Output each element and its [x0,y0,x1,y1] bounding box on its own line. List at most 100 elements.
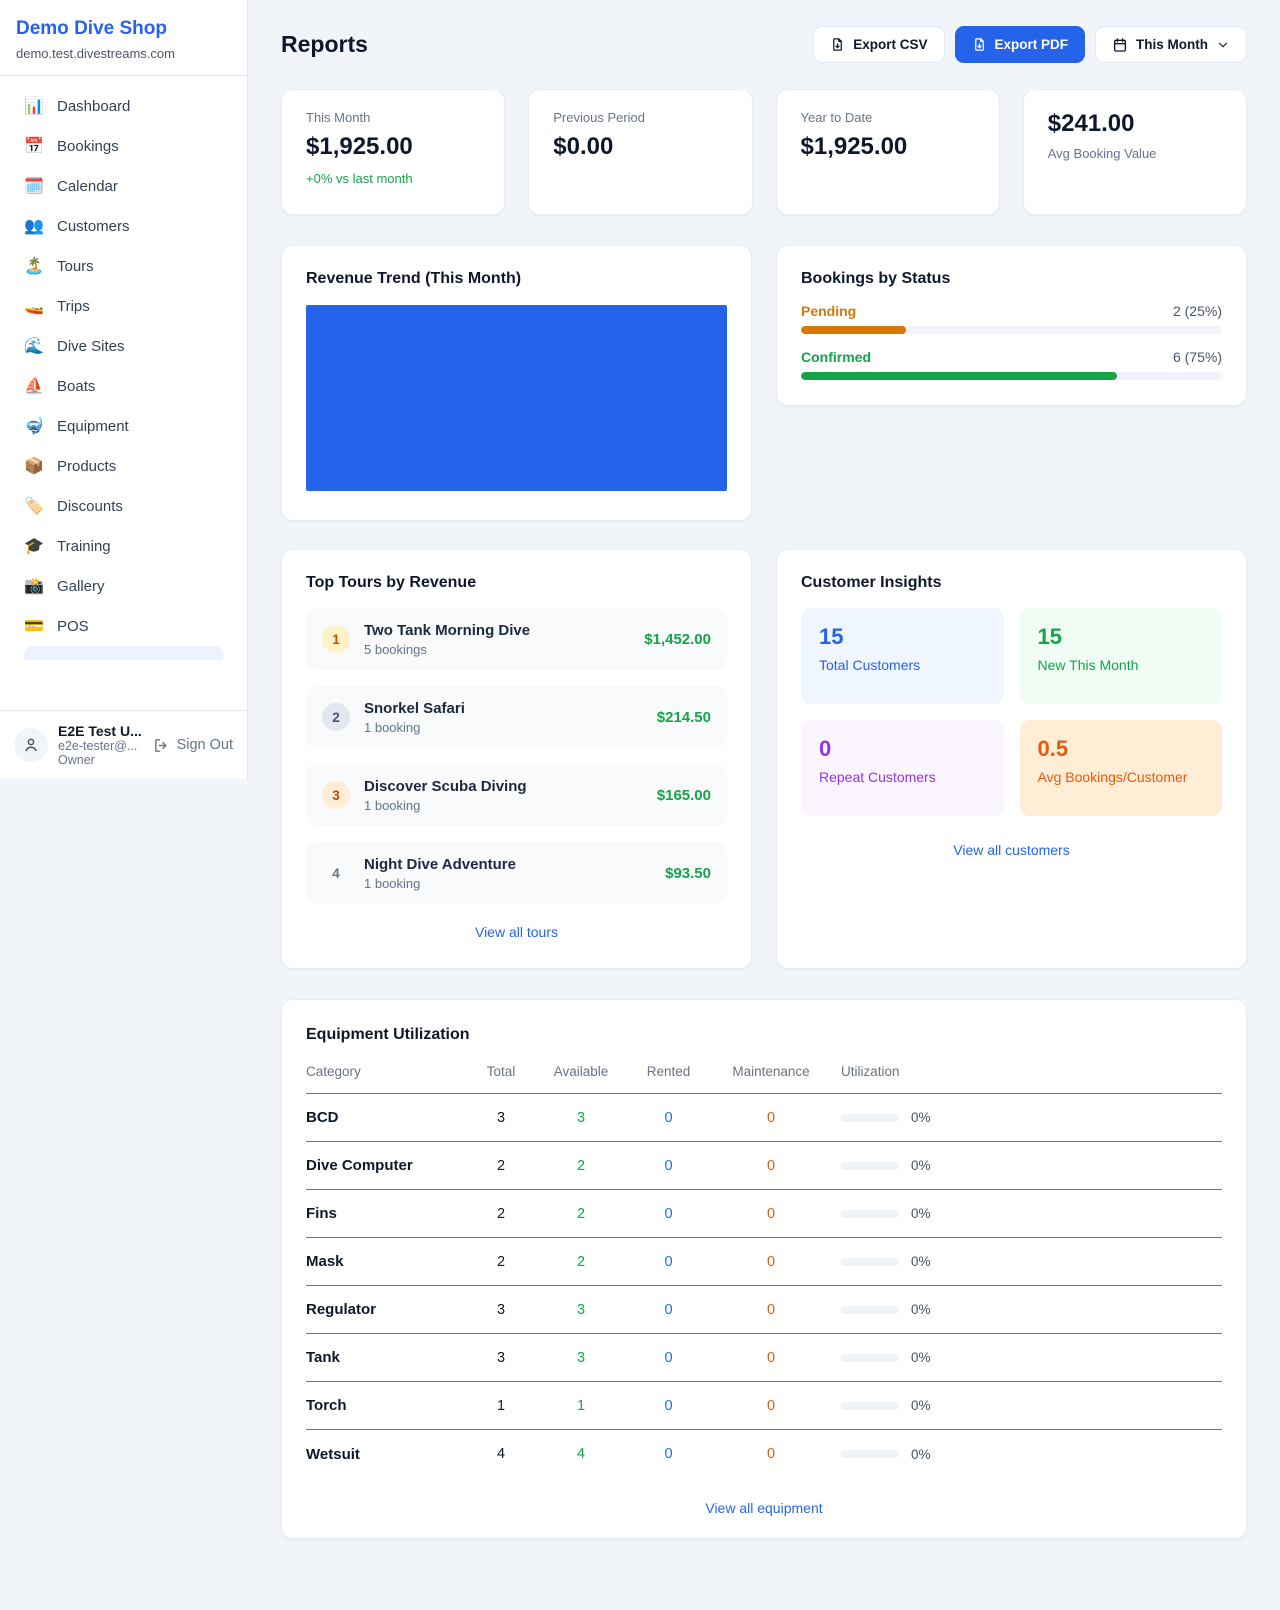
equipment-utilization-card: Equipment Utilization Category Total Ava… [281,999,1247,1539]
customer-insights-title: Customer Insights [801,574,1222,592]
sidebar-item-label: Training [57,538,111,555]
cell-available: 2 [536,1206,626,1222]
period-select[interactable]: This Month [1095,26,1247,63]
progress-fill-confirmed [801,372,1117,380]
sidebar-item-label: Dive Sites [57,338,125,355]
insight-value: 0.5 [1038,736,1205,762]
bookings-by-status-title: Bookings by Status [801,270,1222,288]
sidebar-item-discounts[interactable]: 🏷️ Discounts [12,486,235,526]
table-row: Dive Computer 2 2 0 0 0% [306,1142,1222,1190]
insight-value: 15 [819,624,986,650]
sidebar-item-boats[interactable]: ⛵ Boats [12,366,235,406]
sidebar-item-training[interactable]: 🎓 Training [12,526,235,566]
export-pdf-button[interactable]: Export PDF [955,26,1086,63]
utilization-percent: 0% [911,1158,931,1173]
cell-maintenance: 0 [711,1110,831,1126]
view-all-equipment-link[interactable]: View all equipment [306,1500,1222,1516]
rank-badge: 2 [322,703,350,731]
cell-total: 3 [466,1302,536,1318]
stat-change: +0% vs last month [306,171,480,186]
cell-utilization: 0% [831,1302,1222,1317]
cell-maintenance: 0 [711,1302,831,1318]
tour-row: 2 Snorkel Safari 1 booking $214.50 [306,686,727,748]
progress-track [801,372,1222,380]
utilization-percent: 0% [911,1398,931,1413]
cell-total: 2 [466,1206,536,1222]
stat-value: $0.00 [553,133,727,161]
sidebar-item-products[interactable]: 📦 Products [12,446,235,486]
export-pdf-label: Export PDF [995,37,1069,52]
cell-category: Dive Computer [306,1157,466,1174]
pos-icon: 💳 [24,616,44,636]
table-row: Regulator 3 3 0 0 0% [306,1286,1222,1334]
user-role: Owner [58,753,143,767]
stat-label: This Month [306,110,480,125]
tour-name: Discover Scuba Diving [364,778,643,795]
sidebar-item-bookings[interactable]: 📅 Bookings [12,126,235,166]
cell-maintenance: 0 [711,1446,831,1462]
sidebar-nav: 📊 Dashboard 📅 Bookings 🗓️ Calendar 👥 Cus… [0,76,247,710]
cell-utilization: 0% [831,1350,1222,1365]
tour-amount: $165.00 [657,787,711,804]
col-maintenance: Maintenance [711,1064,831,1079]
sidebar-item-label: Tours [57,258,94,275]
cell-utilization: 0% [831,1398,1222,1413]
rank-badge: 3 [322,781,350,809]
view-all-customers-link[interactable]: View all customers [801,842,1222,858]
sidebar-item-customers[interactable]: 👥 Customers [12,206,235,246]
sign-out-icon [153,737,170,754]
col-available: Available [536,1064,626,1079]
sidebar-item-dive-sites[interactable]: 🌊 Dive Sites [12,326,235,366]
stats-grid: This Month $1,925.00 +0% vs last month P… [281,89,1247,215]
dive-sites-icon: 🌊 [24,336,44,356]
export-csv-button[interactable]: Export CSV [813,26,944,63]
cell-maintenance: 0 [711,1254,831,1270]
gallery-icon: 📸 [24,576,44,596]
status-row-confirmed: Confirmed 6 (75%) [801,349,1222,380]
tour-bookings: 5 bookings [364,642,630,657]
user-panel: E2E Test U... e2e-tester@... Owner Sign … [0,710,247,779]
file-download-icon [830,37,845,52]
calendar-icon [1112,37,1128,53]
cell-total: 3 [466,1350,536,1366]
bookings-by-status-card: Bookings by Status Pending 2 (25%) Confi… [776,245,1247,406]
user-meta: E2E Test U... e2e-tester@... Owner [58,723,143,767]
sidebar-item-gallery[interactable]: 📸 Gallery [12,566,235,606]
sidebar-item-calendar[interactable]: 🗓️ Calendar [12,166,235,206]
sidebar-item-equipment[interactable]: 🤿 Equipment [12,406,235,446]
cell-utilization: 0% [831,1158,1222,1173]
stat-card-avg-booking-value: $241.00 Avg Booking Value [1023,89,1247,215]
rank-badge: 4 [322,859,350,887]
cell-rented: 0 [626,1350,711,1366]
cell-category: BCD [306,1109,466,1126]
top-tours-title: Top Tours by Revenue [306,574,727,592]
insight-label: Repeat Customers [819,769,986,785]
sidebar-item-dashboard[interactable]: 📊 Dashboard [12,86,235,126]
page-title: Reports [281,31,368,58]
stat-card-year-to-date: Year to Date $1,925.00 [776,89,1000,215]
progress-track [801,326,1222,334]
tour-row: 3 Discover Scuba Diving 1 booking $165.0… [306,764,727,826]
sidebar-item-trips[interactable]: 🚤 Trips [12,286,235,326]
tour-name: Snorkel Safari [364,700,643,717]
sidebar-item-label: Trips [57,298,90,315]
status-count-pending: 2 (25%) [1173,303,1222,319]
boats-icon: ⛵ [24,376,44,396]
top-tours-card: Top Tours by Revenue 1 Two Tank Morning … [281,549,752,969]
dashboard-icon: 📊 [24,96,44,116]
sidebar-item-pos[interactable]: 💳 POS [12,606,235,646]
cell-category: Fins [306,1205,466,1222]
equipment-icon: 🤿 [24,416,44,436]
rank-badge: 1 [322,625,350,653]
view-all-tours-link[interactable]: View all tours [306,924,727,940]
sign-out-button[interactable]: Sign Out [153,737,233,754]
customers-icon: 👥 [24,216,44,236]
discounts-icon: 🏷️ [24,496,44,516]
cell-rented: 0 [626,1206,711,1222]
sidebar-item-tours[interactable]: 🏝️ Tours [12,246,235,286]
equipment-table-header: Category Total Available Rented Maintena… [306,1064,1222,1094]
cell-available: 4 [536,1446,626,1462]
utilization-percent: 0% [911,1206,931,1221]
cell-available: 3 [536,1350,626,1366]
sidebar-item-reports-active-peek[interactable] [24,646,223,660]
